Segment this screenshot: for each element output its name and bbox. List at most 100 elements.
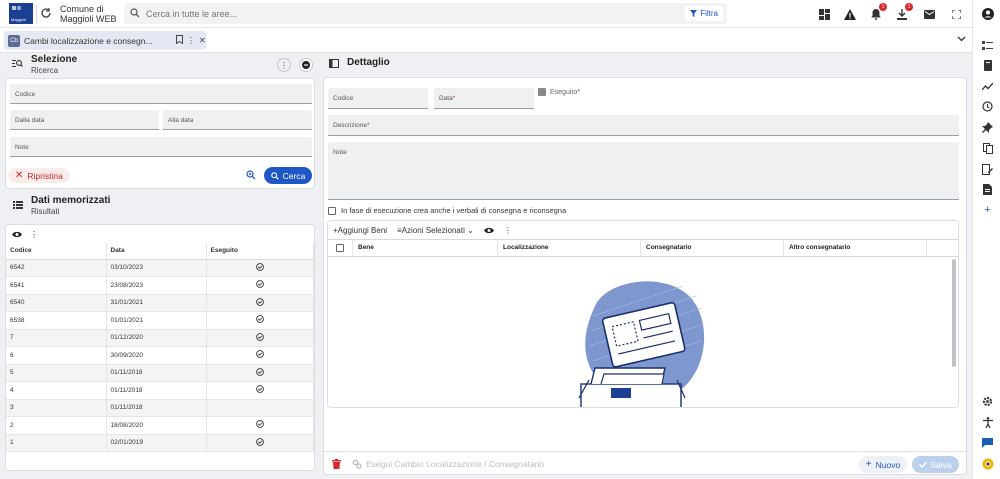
table-row[interactable]: 7 01/12/2020 [6,329,314,347]
nuovo-button[interactable]: + Nuovo [859,456,907,473]
table-row[interactable]: 6541 23/08/2023 [6,276,314,295]
aggiungi-beni-label: Aggiungi Beni [337,226,388,235]
refresh-icon[interactable] [40,7,52,21]
table-row[interactable]: 6540 31/01/2021 [6,294,314,312]
esegui-button[interactable]: Esegui Cambio Localizzazione / Consegnat… [352,459,544,469]
notifications-icon[interactable]: 1 [868,3,887,22]
tab-label: Cambi localizzazione e consegn... [24,35,153,46]
dettaglio-data-label: Data* [439,95,455,102]
select-all-checkbox[interactable] [336,244,344,252]
delete-icon[interactable] [332,459,341,471]
eseguito-toggle[interactable]: Eseguito* [538,88,580,96]
note-field[interactable]: Note [10,137,312,157]
account-icon[interactable] [981,7,994,20]
settings-icon[interactable] [981,395,994,408]
global-search[interactable]: Filtra [124,3,727,24]
trend-icon[interactable] [981,80,994,93]
more-vert-icon[interactable]: ⋮ [504,226,512,235]
azioni-label: Azioni Selezionati [401,226,465,235]
column-header-codice[interactable]: Codice [6,243,107,260]
column-header-eseguito[interactable]: Eseguito [206,243,314,260]
fullscreen-icon[interactable] [948,6,964,22]
close-tab-icon[interactable]: ✕ [199,36,206,45]
nuovo-label: Nuovo [875,459,901,470]
accessibility-icon[interactable] [981,416,994,429]
eseguito-checkbox[interactable] [538,88,546,96]
cerca-button[interactable]: Cerca [264,167,312,184]
note-label: Note [15,144,29,151]
add-icon[interactable]: + [981,203,994,216]
cell-data: 30/09/2020 [106,346,207,365]
alla-data-field[interactable]: Alla data [163,110,312,130]
app-logo[interactable]: Maggioli [9,3,33,24]
bookmark-icon[interactable] [176,35,183,46]
dati-table-body: 6542 03/10/2023 6541 23/08/2023 6540 31/01/20… [6,259,314,452]
dettaglio-data-field[interactable]: Data* [434,88,534,109]
check-circle-icon [255,350,264,359]
list-view-icon[interactable] [981,39,994,52]
cell-data: 31/01/2021 [106,294,207,312]
verbali-label: In fase di esecuzione crea anche i verba… [341,206,567,215]
selezione-more-button[interactable]: ⋮ [277,58,291,72]
data-label-text: Data [439,95,453,102]
table-row[interactable]: 5 01/11/2018 [6,364,314,382]
descrizione-field[interactable]: Descrizione* [328,115,959,136]
esegui-label: Esegui Cambio Localizzazione / Consegnat… [366,459,545,469]
column-header-consegnatario[interactable]: Consegnatario [641,240,784,256]
table-row[interactable]: 2 18/08/2020 [6,416,314,435]
verbali-checkbox[interactable] [328,206,336,215]
table-row[interactable]: 6538 01/01/2021 [6,311,314,330]
check-icon [919,461,928,468]
history-icon[interactable] [981,100,994,113]
salva-button[interactable]: Salva [912,456,959,473]
eye-icon[interactable] [12,231,22,238]
dettaglio-codice-field[interactable]: Codice [328,88,428,109]
check-circle-icon [255,262,264,271]
help-icon[interactable] [981,457,994,470]
column-header-altro-consegnatario[interactable]: Altro consegnatario [784,240,927,256]
copy-icon[interactable] [981,142,994,155]
cell-eseguito [206,399,314,417]
check-circle-icon [255,332,264,341]
dalla-data-field[interactable]: Dalla data [10,110,159,130]
codice-field[interactable]: Codice [10,84,312,104]
edit-document-icon[interactable] [981,163,994,176]
more-vert-icon[interactable]: ⋮ [30,230,38,239]
selezione-collapse-button[interactable] [299,58,313,72]
aggiungi-beni-button[interactable]: +Aggiungi Beni [333,226,387,235]
column-header-data[interactable]: Data [106,243,207,260]
eye-icon[interactable] [483,227,494,234]
cell-codice: 5 [6,364,107,382]
panel-icon[interactable] [329,59,339,70]
tab-more-icon[interactable]: ⋮ [187,36,195,45]
ripristina-button[interactable]: ✕ Ripristina [8,168,70,183]
table-row[interactable]: 4 01/11/2018 [6,381,314,400]
table-row[interactable]: 1 02/01/2019 [6,434,314,452]
pin-icon[interactable] [981,121,994,134]
global-search-input[interactable] [146,7,596,20]
azioni-selezionati-button[interactable]: ≡Azioni Selezionati ⌄ [397,226,474,235]
download-icon[interactable]: 1 [894,3,913,22]
table-row[interactable]: 6 30/09/2020 [6,346,314,365]
mail-icon[interactable] [921,6,937,22]
verbali-option[interactable]: In fase di esecuzione crea anche i verba… [328,206,566,215]
cell-codice: 7 [6,329,107,347]
table-row[interactable]: 3 01/11/2018 [6,399,314,417]
dashboard-icon[interactable] [816,6,832,22]
chevron-down-icon[interactable] [957,35,966,44]
add-icon: + [865,459,872,470]
zoom-search-icon[interactable] [246,170,256,182]
dettaglio-note-field[interactable]: Note [328,142,959,200]
beni-scrollbar[interactable] [952,259,956,367]
warning-icon[interactable] [842,6,858,22]
chat-icon[interactable] [981,436,994,449]
column-header-localizzazione[interactable]: Localizzazione [498,240,641,256]
table-row[interactable]: 6542 03/10/2023 [6,259,314,277]
filter-button[interactable]: Filtra [685,6,723,21]
tab-cambi-localizzazione[interactable]: Cb Cambi localizzazione e consegn... ⋮ ✕ [4,31,206,50]
dettaglio-codice-label: Codice [333,95,354,102]
column-header-bene[interactable]: Bene [353,240,498,256]
book-icon[interactable] [981,59,994,72]
document-icon[interactable] [981,183,994,196]
tab-strip: Cb Cambi localizzazione e consegn... ⋮ ✕ [0,28,972,53]
